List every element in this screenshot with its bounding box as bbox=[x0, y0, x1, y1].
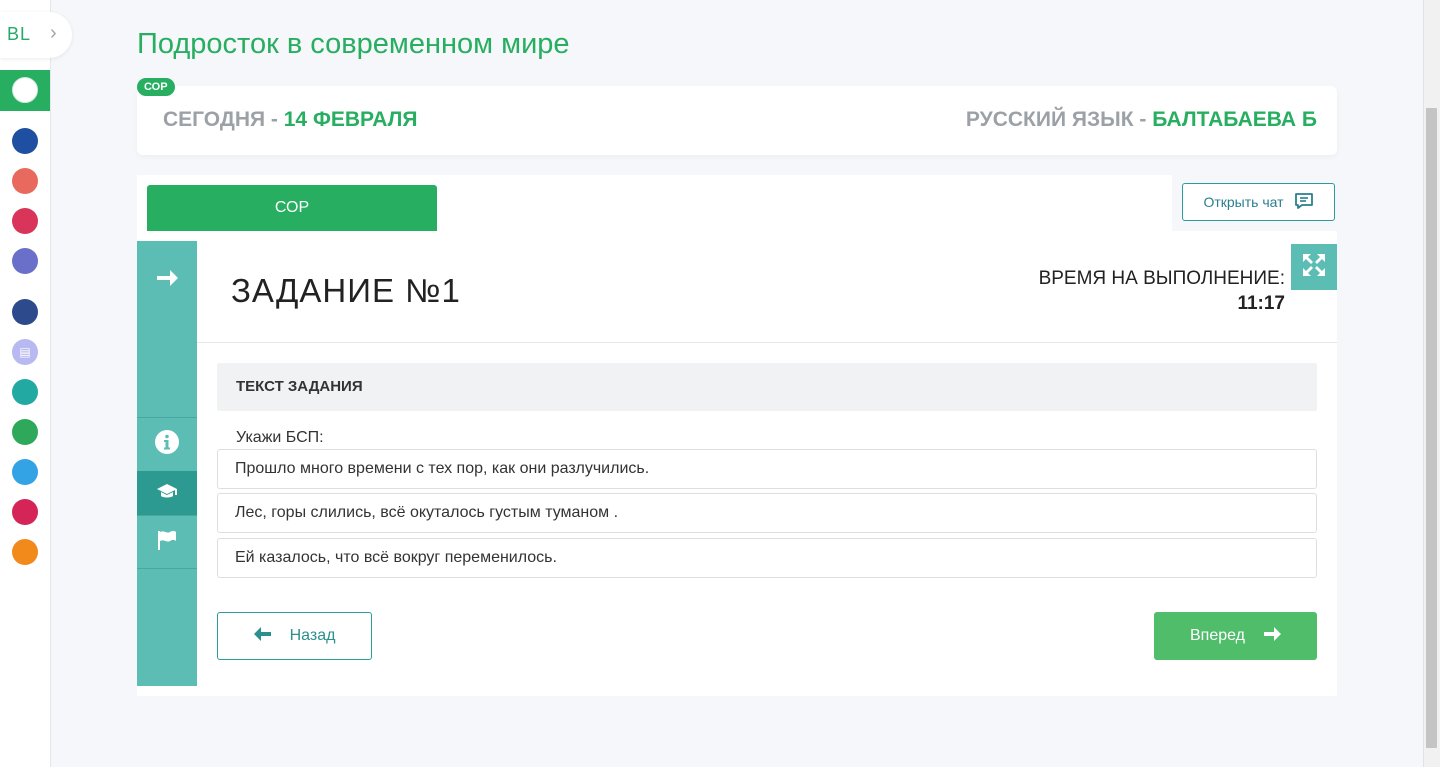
side-next-button[interactable] bbox=[137, 241, 197, 319]
rail-app-icon[interactable] bbox=[12, 419, 38, 445]
next-label: Вперед bbox=[1189, 627, 1245, 644]
task-title: ЗАДАНИЕ №1 bbox=[231, 272, 461, 309]
chat-icon bbox=[1294, 192, 1314, 213]
rail-app-icon[interactable] bbox=[12, 128, 38, 154]
rail-app-icon[interactable] bbox=[12, 459, 38, 485]
chevron-right-icon: › bbox=[50, 22, 57, 44]
flag-icon bbox=[156, 529, 178, 556]
back-button[interactable]: Назад bbox=[217, 612, 372, 660]
today-prefix: СЕГОДНЯ - bbox=[163, 108, 284, 131]
rail-app-icon[interactable] bbox=[12, 208, 38, 234]
teacher-name: БАЛТАБАЕВА Б bbox=[1152, 108, 1317, 131]
rail-app-icon[interactable] bbox=[12, 77, 38, 103]
graduation-cap-icon bbox=[156, 483, 178, 504]
next-button[interactable]: Вперед bbox=[1154, 612, 1317, 660]
answer-option[interactable]: Ей казалось, что всё вокруг переменилось… bbox=[217, 538, 1317, 578]
task-text-header: ТЕКСТ ЗАДАНИЯ bbox=[217, 363, 1317, 411]
scrollbar-thumb[interactable] bbox=[1426, 108, 1437, 748]
logo-toggle[interactable]: BL › bbox=[0, 12, 72, 58]
rail-app-icon[interactable] bbox=[12, 168, 38, 194]
rail-app-icon[interactable] bbox=[12, 248, 38, 274]
info-icon bbox=[154, 429, 180, 460]
side-info-button[interactable] bbox=[137, 418, 197, 470]
task-sidebar bbox=[137, 241, 197, 686]
task-text-header-label: ТЕКСТ ЗАДАНИЯ bbox=[236, 378, 363, 395]
rail-app-icon[interactable] bbox=[12, 539, 38, 565]
time-label: ВРЕМЯ НА ВЫПОЛНЕНИЕ: bbox=[1038, 268, 1285, 289]
page-title: Подросток в современном мире bbox=[137, 28, 570, 60]
rail-app-icon[interactable] bbox=[12, 499, 38, 525]
app-logo: BL bbox=[7, 24, 32, 44]
time-value: 11:17 bbox=[1237, 293, 1285, 314]
answer-option[interactable]: Лес, горы слились, всё окуталось густым … bbox=[217, 493, 1317, 533]
open-chat-label: Открыть чат bbox=[1203, 194, 1284, 210]
header-divider bbox=[197, 342, 1337, 343]
arrow-right-icon bbox=[1263, 626, 1281, 647]
rail-app-icon[interactable]: ▤ bbox=[12, 339, 38, 365]
back-label: Назад bbox=[289, 627, 336, 644]
side-task-button[interactable] bbox=[137, 471, 197, 515]
date-card: СЕГОДНЯ - 14 ФЕВРАЛЯ РУССКИЙ ЯЗЫК - БАЛТ… bbox=[137, 86, 1337, 155]
open-chat-button[interactable]: Открыть чат bbox=[1182, 183, 1335, 221]
subject-label: РУССКИЙ ЯЗЫК - БАЛТАБАЕВА Б bbox=[966, 108, 1317, 132]
tab-sor[interactable]: СОР bbox=[147, 185, 437, 231]
answer-option[interactable]: Прошло много времени с тех пор, как они … bbox=[217, 449, 1317, 489]
rail-app-icon[interactable] bbox=[12, 379, 38, 405]
arrow-right-icon bbox=[155, 267, 179, 294]
rail-app-icon[interactable] bbox=[12, 299, 38, 325]
today-label: СЕГОДНЯ - 14 ФЕВРАЛЯ bbox=[163, 108, 417, 132]
side-divider bbox=[137, 568, 197, 569]
today-date: 14 ФЕВРАЛЯ bbox=[283, 108, 418, 131]
subject-prefix: РУССКИЙ ЯЗЫК - bbox=[965, 108, 1153, 131]
arrow-left-icon bbox=[253, 626, 272, 647]
sor-badge: СОР bbox=[137, 78, 175, 96]
expand-icon bbox=[1301, 252, 1327, 283]
side-finish-button[interactable] bbox=[137, 516, 197, 568]
fullscreen-button[interactable] bbox=[1291, 244, 1337, 290]
task-prompt: Укажи БСП: bbox=[236, 429, 324, 446]
